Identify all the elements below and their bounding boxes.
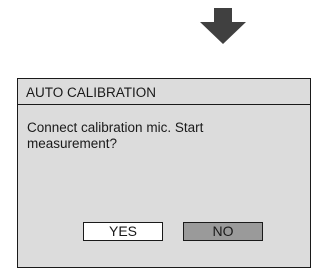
dialog-message: Connect calibration mic. Start measureme…	[27, 120, 204, 151]
title-divider	[18, 104, 310, 105]
dialog-title: AUTO CALIBRATION	[26, 85, 157, 100]
no-button[interactable]: NO	[183, 222, 263, 241]
auto-calibration-dialog: AUTO CALIBRATION Connect calibration mic…	[17, 78, 311, 268]
yes-button[interactable]: YES	[83, 222, 163, 241]
down-arrow-icon	[200, 8, 246, 44]
